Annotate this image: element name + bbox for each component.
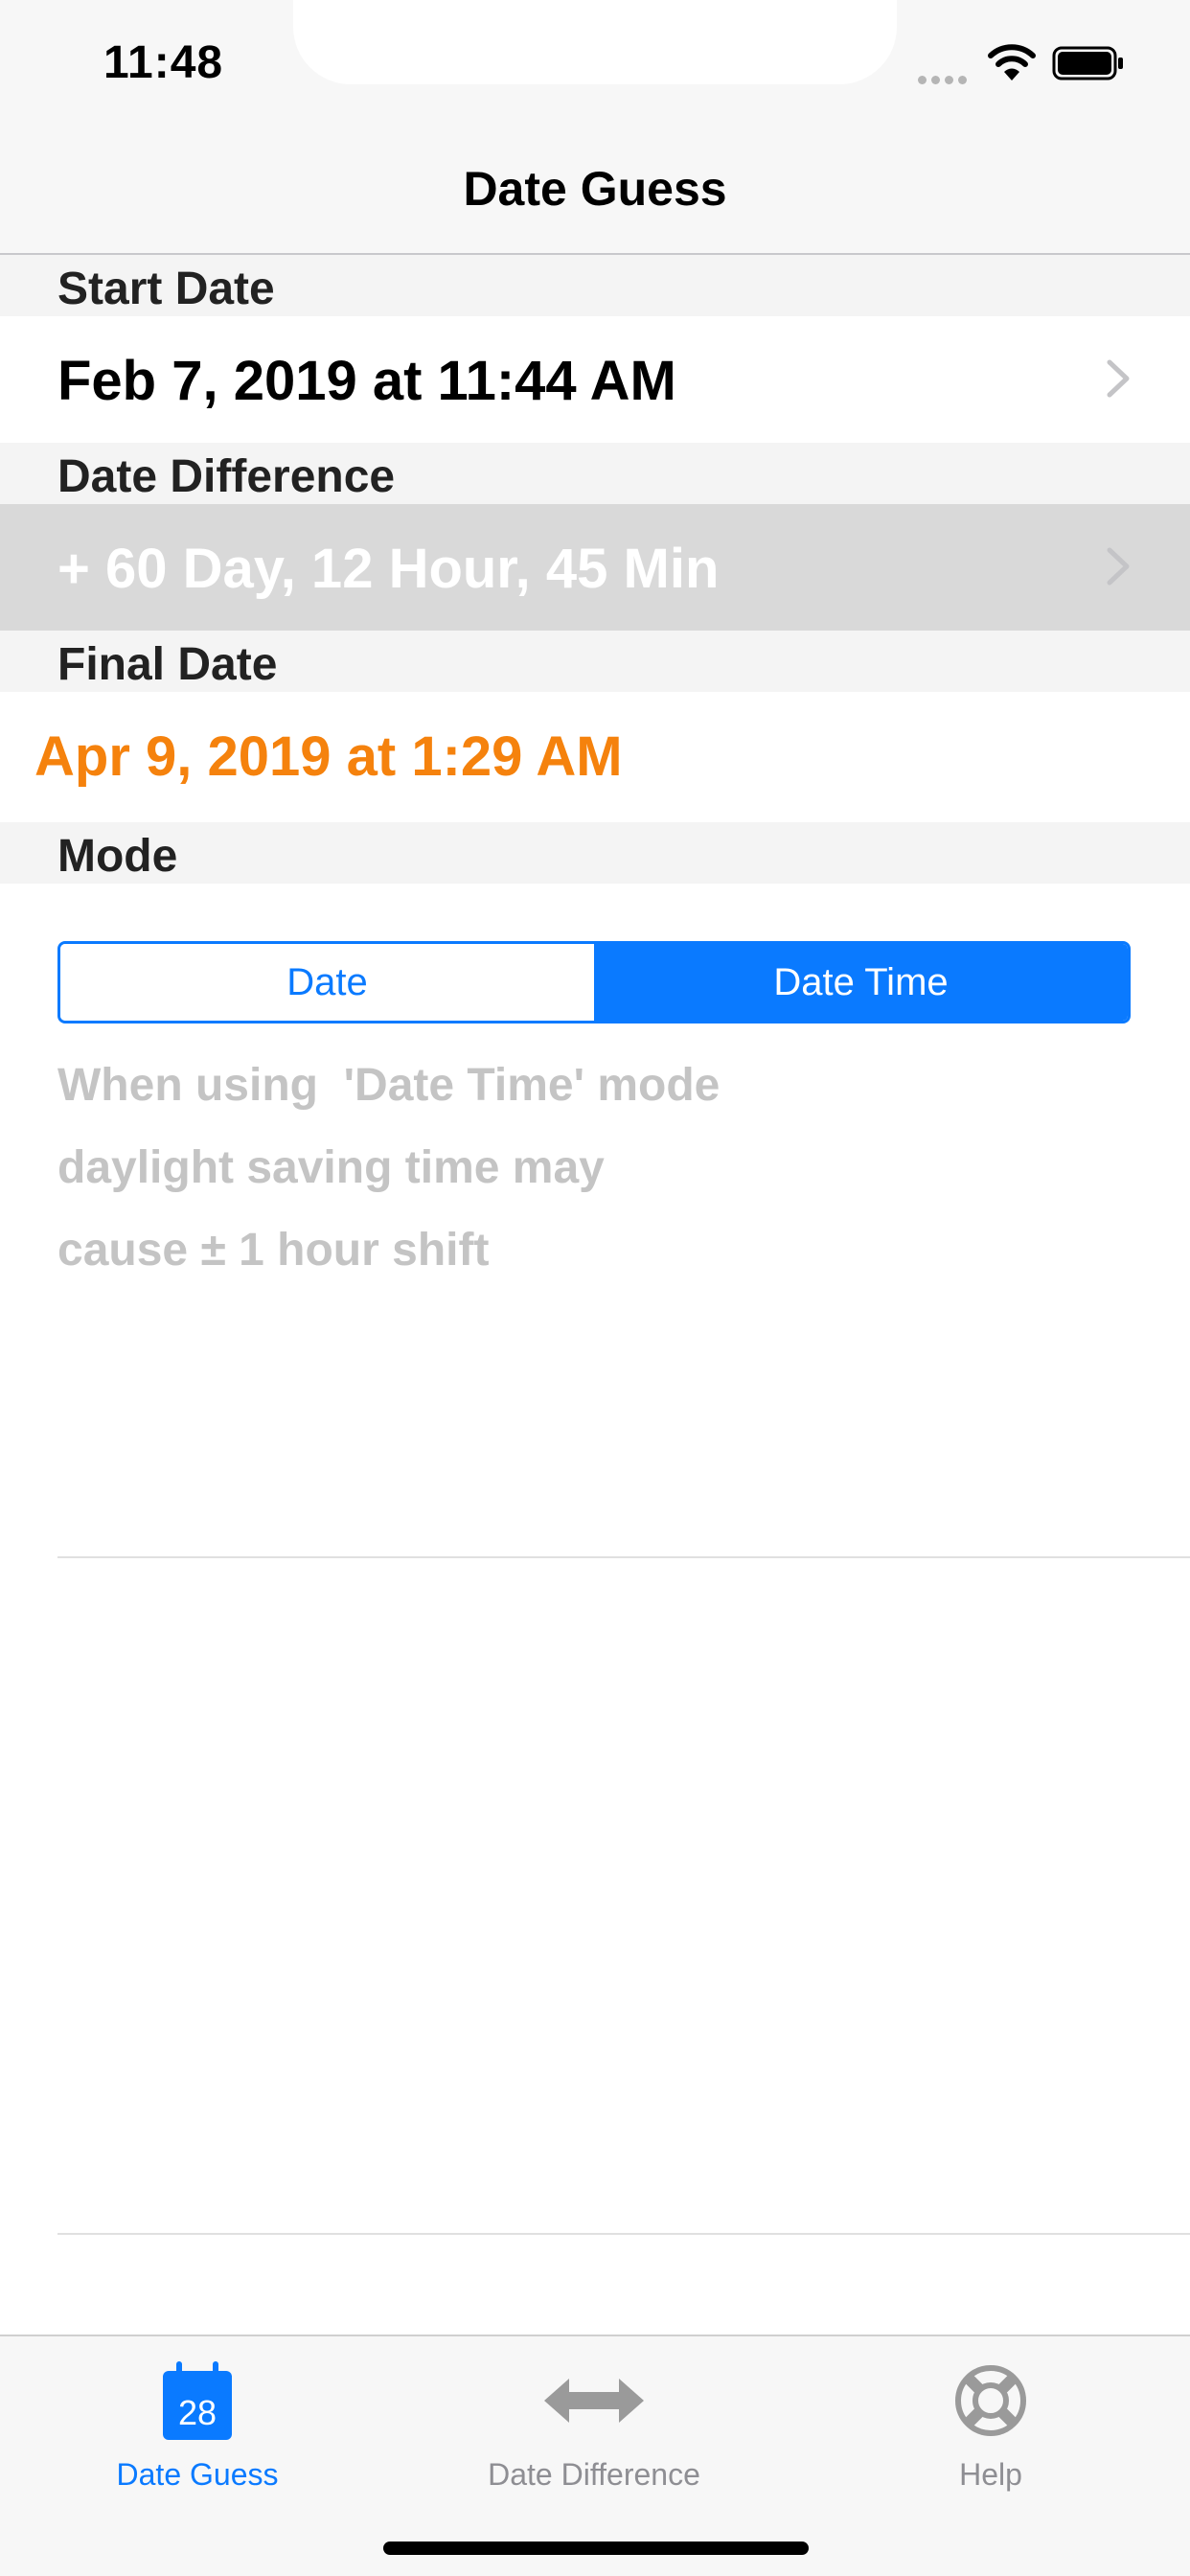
divider [57,1556,1190,1558]
wifi-icon [988,44,1036,80]
section-label: Start Date [57,264,275,314]
battery-icon [1052,46,1123,80]
note-line: When using 'Date Time' mode [57,1060,721,1111]
tab-date-guess[interactable]: 28 Date Guess [54,2358,341,2493]
screen: 11:48 Date Guess Start Date Feb 7, 2019 … [0,0,1190,2576]
segment-date[interactable]: Date [60,944,594,1021]
section-label: Mode [57,831,178,882]
date-difference-row[interactable]: + 60 Day, 12 Hour, 45 Min [0,504,1190,631]
final-date-value: Apr 9, 2019 at 1:29 AM [34,725,623,788]
cellular-signal-icon [918,72,975,84]
start-date-value: Feb 7, 2019 at 11:44 AM [57,350,676,412]
chevron-right-icon [1107,359,1130,398]
status-bar: 11:48 [0,0,1190,126]
tab-label: Date Difference [488,2457,700,2492]
tab-date-difference[interactable]: Date Difference [450,2358,738,2493]
note-line: daylight saving time may [57,1142,605,1193]
section-label: Final Date [57,639,278,690]
lifebuoy-icon [955,2365,1026,2436]
double-arrow-icon [544,2379,644,2423]
navigation-bar: Date Guess [0,126,1190,255]
section-label: Date Difference [57,451,396,502]
start-date-row[interactable]: Feb 7, 2019 at 11:44 AM [0,316,1190,443]
final-date-row: Apr 9, 2019 at 1:29 AM [0,692,1190,818]
date-difference-header: Date Difference [0,443,1190,504]
page-title: Date Guess [463,162,727,216]
mode-header: Mode [0,822,1190,884]
home-indicator[interactable] [383,2542,809,2555]
dst-note: When using 'Date Time' mode daylight sav… [57,1045,1131,1292]
chevron-right-icon [1107,547,1130,586]
tab-help[interactable]: Help [847,2358,1134,2493]
status-time: 11:48 [103,37,224,88]
mode-segmented-control[interactable]: Date Date Time [57,941,1131,1024]
calendar-icon: 28 [163,2361,232,2440]
tab-label: Date Guess [116,2457,279,2492]
segment-date-time[interactable]: Date Time [594,944,1128,1021]
notch [293,0,897,84]
calendar-icon-text: 28 [178,2393,217,2432]
tab-bar: 28 Date Guess Date Difference Help [0,2334,1190,2576]
tab-label: Help [959,2457,1022,2492]
divider [57,2233,1190,2235]
final-date-header: Final Date [0,631,1190,692]
note-line: cause ± 1 hour shift [57,1225,490,1276]
start-date-header: Start Date [0,255,1190,316]
date-difference-value: + 60 Day, 12 Hour, 45 Min [57,538,720,600]
